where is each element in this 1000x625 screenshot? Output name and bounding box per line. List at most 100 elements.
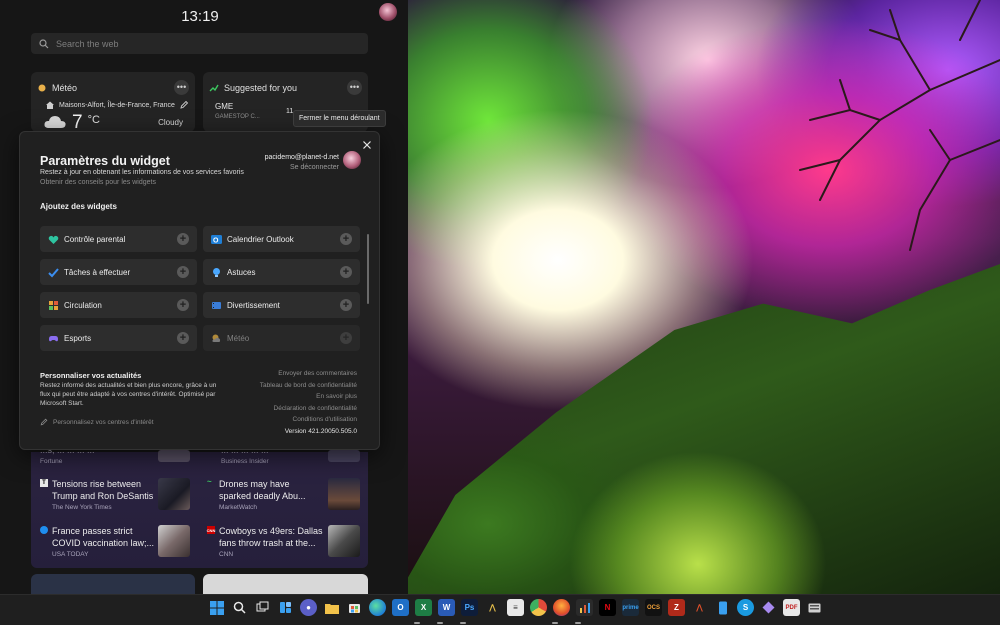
edit-pencil-icon[interactable]: [179, 100, 189, 110]
ocs-icon[interactable]: OCS: [645, 599, 662, 616]
sign-out-link[interactable]: Se déconnecter: [290, 164, 339, 171]
task-view-icon[interactable]: [254, 599, 271, 616]
search-placeholder: Search the web: [56, 38, 119, 49]
weather-unit: °C: [87, 114, 100, 126]
add-widget-button[interactable]: +: [177, 299, 189, 311]
add-widgets-heading: Ajoutez des widgets: [40, 202, 117, 211]
stock-company: GAMESTOP C...: [215, 114, 260, 120]
todo-check-icon: [48, 267, 59, 277]
outlook-icon: O: [211, 234, 222, 244]
chart-app-icon[interactable]: [576, 599, 593, 616]
keyboard-app-icon[interactable]: [806, 599, 823, 616]
widget-tile-entertainment[interactable]: Divertissement +: [203, 292, 360, 318]
edge-browser-icon[interactable]: [369, 599, 386, 616]
add-widget-button[interactable]: +: [177, 332, 189, 344]
weather-sun-icon: [38, 84, 46, 91]
app-rainbow-icon[interactable]: ⋀: [691, 599, 708, 616]
widget-tile-traffic[interactable]: Circulation +: [40, 292, 197, 318]
excel-icon[interactable]: X: [415, 599, 432, 616]
filezilla-icon[interactable]: Z: [668, 599, 685, 616]
widget-tile-outlook-calendar[interactable]: O Calendrier Outlook +: [203, 226, 360, 252]
taskbar: ● O X W Ps ⋀ ≡ N prime OCS Z ⋀ S PDF: [0, 594, 1000, 625]
send-feedback-link[interactable]: Envoyer des commentaires: [260, 370, 357, 382]
store-icon[interactable]: [346, 599, 363, 616]
widget-tile-tips[interactable]: Astuces +: [203, 259, 360, 285]
panel-clock: 13:19: [181, 8, 219, 25]
taskbar-running-indicator: [460, 622, 466, 624]
learn-more-link[interactable]: En savoir plus: [260, 393, 357, 405]
news-source: The New York Times: [52, 504, 112, 511]
news-source: USA TODAY: [52, 551, 89, 558]
news-thumb: [328, 450, 360, 462]
close-button[interactable]: [360, 138, 374, 152]
film-icon: [212, 301, 221, 309]
widget-tile-weather: Météo +: [203, 325, 360, 351]
stock-ticker: GME: [215, 102, 234, 111]
close-icon: [363, 141, 371, 149]
personalize-interests-link[interactable]: Personnalisez vos centres d'intérêt: [40, 418, 154, 426]
desktop-wallpaper: [408, 0, 1000, 594]
app-diamond-icon[interactable]: [760, 599, 777, 616]
add-widget-button[interactable]: +: [340, 233, 352, 245]
app-tripod-icon[interactable]: ⋀: [484, 599, 501, 616]
traffic-icon: [49, 300, 58, 310]
footer-links: Envoyer des commentaires Tableau de bord…: [260, 370, 357, 439]
bottom-card-right[interactable]: [203, 574, 368, 594]
widget-tips-link[interactable]: Obtenir des conseils pour les widgets: [40, 179, 156, 186]
weather-more-button[interactable]: •••: [174, 80, 189, 95]
add-widget-button[interactable]: +: [340, 299, 352, 311]
news-source: MarketWatch: [219, 504, 258, 511]
prime-video-icon[interactable]: prime: [622, 599, 639, 616]
widget-tile-parental-control[interactable]: Contrôle parental +: [40, 226, 197, 252]
file-explorer-icon[interactable]: [323, 599, 340, 616]
nyt-logo-icon: T: [40, 479, 48, 487]
widgets-icon[interactable]: [277, 599, 294, 616]
suggested-more-button[interactable]: •••: [347, 80, 362, 95]
add-widget-button[interactable]: +: [177, 233, 189, 245]
account-email: pacidemo@planet-d.net: [264, 154, 339, 161]
news-thumb: [328, 478, 360, 510]
pdf-app-icon[interactable]: PDF: [783, 599, 800, 616]
weather-condition: Cloudy: [158, 118, 183, 127]
dialog-scrollbar[interactable]: [367, 234, 369, 304]
taskbar-running-indicator: [437, 622, 443, 624]
widget-tile-todo[interactable]: Tâches à effectuer +: [40, 259, 197, 285]
tile-label: Circulation: [64, 300, 102, 310]
terms-of-use-link[interactable]: Conditions d'utilisation: [260, 416, 357, 428]
bottom-card-left[interactable]: [31, 574, 195, 594]
teams-chat-icon[interactable]: ●: [300, 599, 317, 616]
stock-trend-icon: [209, 84, 219, 91]
notepad-icon[interactable]: ≡: [507, 599, 524, 616]
privacy-statement-link[interactable]: Déclaration de confidentialité: [260, 405, 357, 417]
photoshop-icon[interactable]: Ps: [461, 599, 478, 616]
add-widget-button[interactable]: +: [177, 266, 189, 278]
start-windows-icon[interactable]: [208, 599, 225, 616]
suggested-card-title: Suggested for you: [224, 82, 298, 93]
svg-text:O: O: [213, 237, 219, 244]
firefox-icon[interactable]: [553, 599, 570, 616]
widget-tile-esports[interactable]: Esports +: [40, 325, 197, 351]
weather-card[interactable]: Météo ••• Maisons-Alfort, Île-de-France,…: [31, 72, 195, 132]
news-thumb: [158, 525, 190, 557]
privacy-dashboard-link[interactable]: Tableau de bord de confidentialité: [260, 382, 357, 394]
add-widget-button[interactable]: +: [340, 266, 352, 278]
account-avatar: [343, 151, 361, 169]
chrome-icon[interactable]: [530, 599, 547, 616]
add-widget-button: +: [340, 332, 352, 344]
skype-icon[interactable]: S: [737, 599, 754, 616]
phone-link-icon[interactable]: [714, 599, 731, 616]
profile-avatar[interactable]: [379, 3, 397, 21]
taskbar-running-indicator: [552, 622, 558, 624]
weather-temperature: 7: [72, 112, 83, 133]
news-feed: ...s, ... ... ... ... Fortune ... ... ..…: [31, 445, 368, 568]
news-thumb: [328, 525, 360, 557]
netflix-icon[interactable]: N: [599, 599, 616, 616]
web-search-input[interactable]: Search the web: [31, 33, 368, 54]
outlook-icon[interactable]: O: [392, 599, 409, 616]
search-icon[interactable]: [231, 599, 248, 616]
word-icon[interactable]: W: [438, 599, 455, 616]
news-title: Drones may have sparked deadly Abu...: [219, 479, 306, 501]
weather-location: Maisons-Alfort, Île-de-France, France: [59, 101, 175, 109]
close-tooltip: Fermer le menu déroulant: [293, 110, 386, 127]
home-icon: [46, 101, 54, 109]
